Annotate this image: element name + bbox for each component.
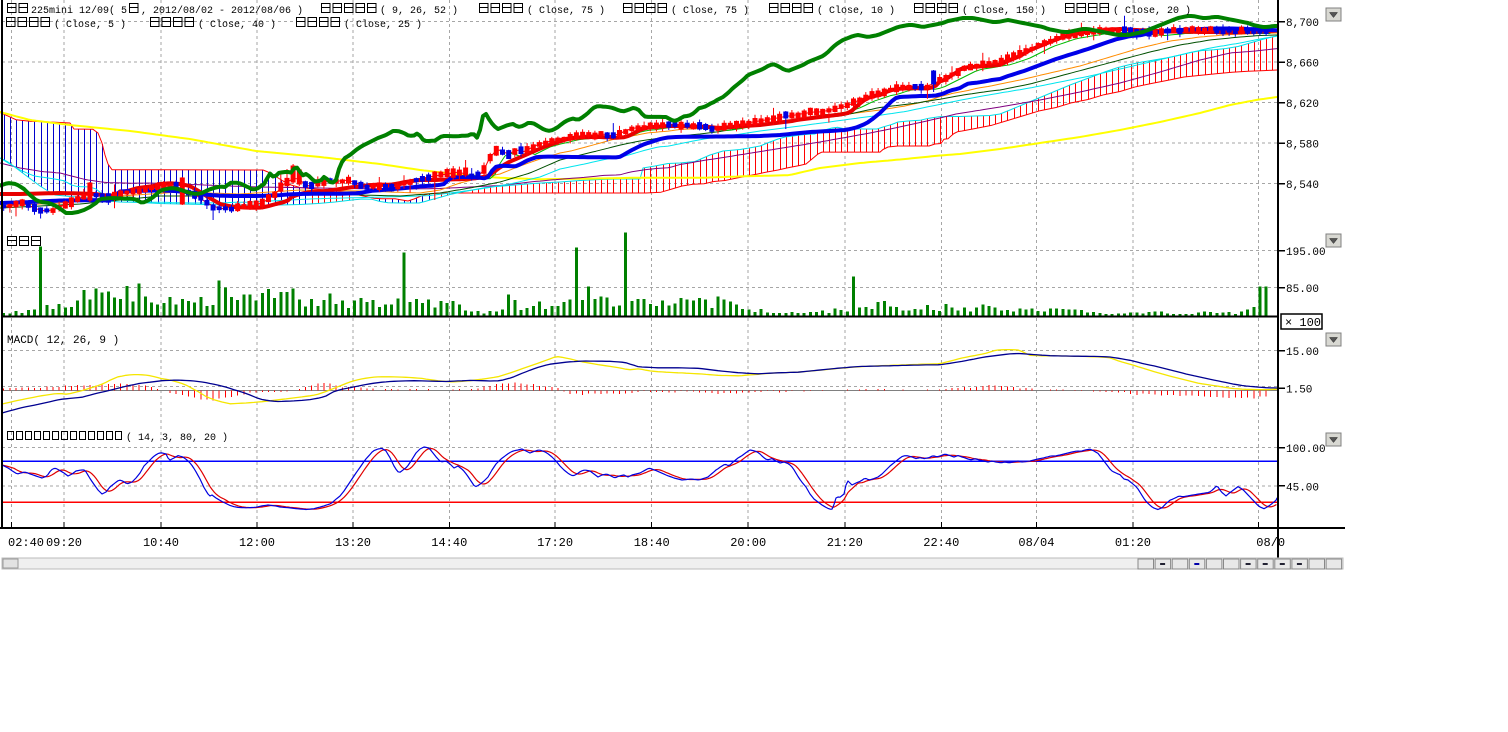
svg-text:08/04: 08/04 [1018,536,1054,550]
svg-text:8,580: 8,580 [1286,140,1319,152]
svg-text:225mini 12/09( 5: 225mini 12/09( 5 [31,5,127,17]
svg-text:85.00: 85.00 [1286,284,1319,296]
svg-text:MACD( 12, 26, 9 ): MACD( 12, 26, 9 ) [7,335,119,347]
svg-text:17:20: 17:20 [537,536,573,550]
svg-text:( Close, 20 ): ( Close, 20 ) [1113,5,1191,17]
svg-text:( Close, 25 ): ( Close, 25 ) [344,19,422,31]
svg-text:14:40: 14:40 [431,536,467,550]
svg-text:02:40: 02:40 [8,536,44,550]
svg-text:100.00: 100.00 [1286,444,1326,456]
svg-text:15.00: 15.00 [1286,347,1319,359]
svg-text:8,620: 8,620 [1286,99,1319,111]
svg-text:, 2012/08/02 - 2012/08/06 ): , 2012/08/02 - 2012/08/06 ) [141,5,303,17]
svg-text:( Close, 10 ): ( Close, 10 ) [817,5,895,17]
svg-text:( 14, 3, 80, 20 ): ( 14, 3, 80, 20 ) [126,432,228,444]
svg-text:09:20: 09:20 [46,536,82,550]
svg-text:( Close, 150 ): ( Close, 150 ) [962,5,1046,17]
svg-text:08/0: 08/0 [1256,536,1285,550]
svg-text:18:40: 18:40 [634,536,670,550]
svg-text:( Close, 75 ): ( Close, 75 ) [527,5,605,17]
svg-text:13:20: 13:20 [335,536,371,550]
svg-text:1.50: 1.50 [1286,385,1312,397]
svg-text:195.00: 195.00 [1286,247,1326,259]
svg-text:21:20: 21:20 [827,536,863,550]
svg-text:22:40: 22:40 [923,536,959,550]
svg-text:10:40: 10:40 [143,536,179,550]
svg-text:( Close, 75 ): ( Close, 75 ) [671,5,749,17]
svg-text:( Close, 5 ): ( Close, 5 ) [54,19,126,31]
svg-text:× 100: × 100 [1285,316,1321,330]
svg-text:45.00: 45.00 [1286,482,1319,494]
svg-text:8,660: 8,660 [1286,59,1319,71]
svg-text:01:20: 01:20 [1115,536,1151,550]
svg-text:8,540: 8,540 [1286,180,1319,192]
svg-text:20:00: 20:00 [730,536,766,550]
svg-text:8,700: 8,700 [1286,18,1319,30]
svg-text:( 9, 26, 52 ): ( 9, 26, 52 ) [380,5,458,17]
svg-text:12:00: 12:00 [239,536,275,550]
svg-text:( Close, 40 ): ( Close, 40 ) [198,19,276,31]
